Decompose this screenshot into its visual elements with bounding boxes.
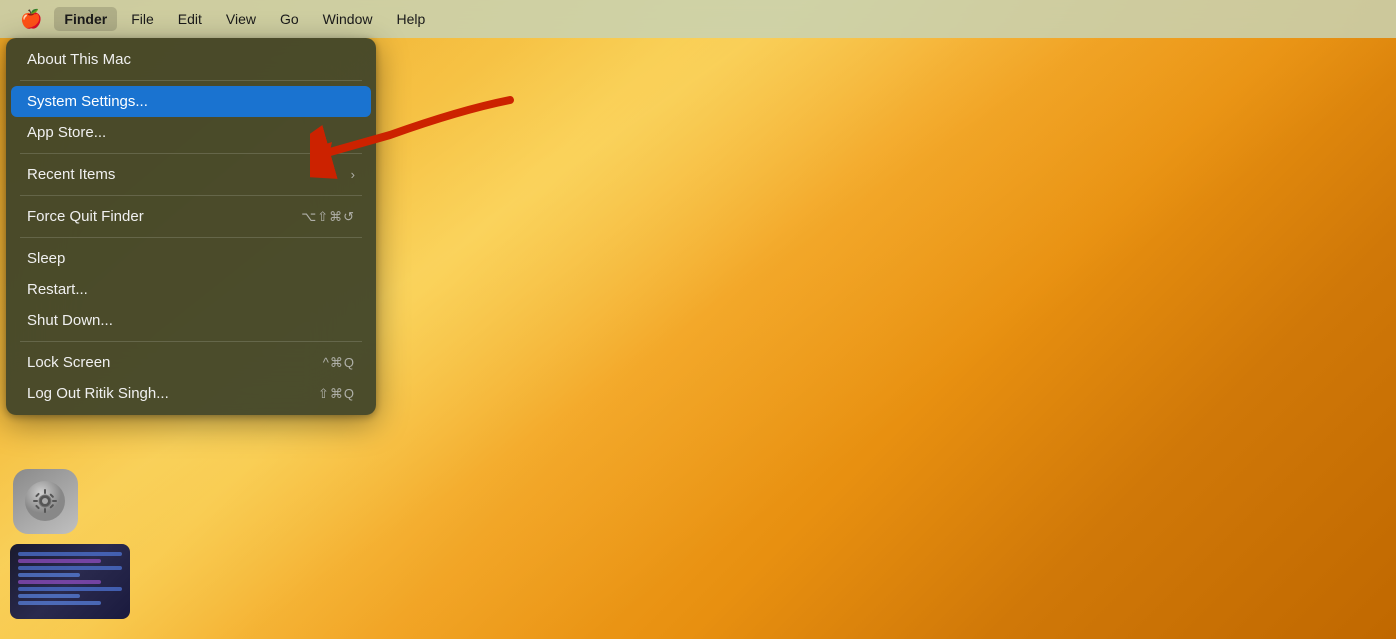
menu-item-system-settings[interactable]: System Settings... xyxy=(11,86,371,117)
menubar-window[interactable]: Window xyxy=(313,7,383,31)
menu-item-recent-items[interactable]: Recent Items › xyxy=(11,159,371,190)
separator-4 xyxy=(20,237,362,238)
menu-item-force-quit[interactable]: Force Quit Finder ⌥⇧⌘↺ xyxy=(11,201,371,232)
menu-item-logout-label: Log Out Ritik Singh... xyxy=(27,385,169,402)
preview-line-2 xyxy=(18,559,101,563)
apple-menu-trigger[interactable]: 🍎 xyxy=(12,7,50,32)
preview-line-5 xyxy=(18,580,101,584)
preview-line-6 xyxy=(18,587,122,591)
menubar-file[interactable]: File xyxy=(121,7,164,31)
separator-3 xyxy=(20,195,362,196)
apple-menu-dropdown: About This Mac System Settings... App St… xyxy=(6,38,376,415)
menu-item-recent-items-label: Recent Items xyxy=(27,166,115,183)
menu-item-restart-label: Restart... xyxy=(27,281,88,298)
separator-5 xyxy=(20,341,362,342)
menu-item-force-quit-label: Force Quit Finder xyxy=(27,208,144,225)
menubar-view[interactable]: View xyxy=(216,7,266,31)
menu-item-restart[interactable]: Restart... xyxy=(11,274,371,305)
preview-line-1 xyxy=(18,552,122,556)
menu-item-lock-screen-label: Lock Screen xyxy=(27,354,110,371)
dock-code-editor-preview xyxy=(10,544,130,619)
system-settings-icon xyxy=(13,469,78,534)
menu-item-about[interactable]: About This Mac xyxy=(11,44,371,75)
menubar-finder[interactable]: Finder xyxy=(54,7,117,31)
dock-items xyxy=(10,466,130,619)
preview-line-3 xyxy=(18,566,122,570)
separator-1 xyxy=(20,80,362,81)
menu-item-shutdown-label: Shut Down... xyxy=(27,312,113,329)
preview-line-4 xyxy=(18,573,80,577)
menu-item-logout[interactable]: Log Out Ritik Singh... ⇧⌘Q xyxy=(11,378,371,409)
force-quit-shortcut: ⌥⇧⌘↺ xyxy=(301,209,355,225)
separator-2 xyxy=(20,153,362,154)
menubar-help[interactable]: Help xyxy=(386,7,435,31)
menubar-go[interactable]: Go xyxy=(270,7,309,31)
dock-code-editor[interactable] xyxy=(10,544,130,619)
menubar: 🍎 Finder File Edit View Go Window Help xyxy=(0,0,1396,38)
menu-item-sleep[interactable]: Sleep xyxy=(11,243,371,274)
menu-item-sleep-label: Sleep xyxy=(27,250,65,267)
logout-shortcut: ⇧⌘Q xyxy=(318,386,355,402)
menu-item-shutdown[interactable]: Shut Down... xyxy=(11,305,371,336)
menu-item-app-store[interactable]: App Store... xyxy=(11,117,371,148)
recent-items-chevron-icon: › xyxy=(351,167,355,182)
menu-item-about-label: About This Mac xyxy=(27,51,131,68)
menu-item-app-store-label: App Store... xyxy=(27,124,106,141)
menubar-edit[interactable]: Edit xyxy=(168,7,212,31)
preview-line-7 xyxy=(18,594,80,598)
menu-item-system-settings-label: System Settings... xyxy=(27,93,148,110)
menu-item-lock-screen[interactable]: Lock Screen ^⌘Q xyxy=(11,347,371,378)
dock-system-settings[interactable] xyxy=(10,466,80,536)
lock-screen-shortcut: ^⌘Q xyxy=(323,355,355,371)
preview-line-8 xyxy=(18,601,101,605)
